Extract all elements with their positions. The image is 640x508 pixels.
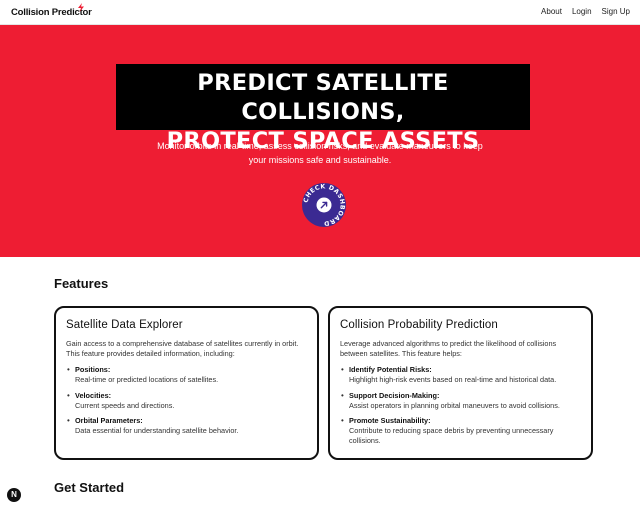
card-intro: Gain access to a comprehensive database … <box>66 339 299 358</box>
list-item: Velocities: Current speeds and direction… <box>66 391 307 411</box>
card-list: Identify Potential Risks: Highlight high… <box>340 365 581 446</box>
list-item-term: Support Decision-Making: <box>349 390 440 400</box>
list-item-term: Positions: <box>75 365 111 374</box>
get-started-heading: Get Started <box>54 480 125 495</box>
list-item-desc: Contribute to reducing space debris by p… <box>349 426 554 445</box>
list-item-desc: Highlight high-risk events based on real… <box>349 375 557 384</box>
nav-link-login[interactable]: Login <box>572 7 592 16</box>
nav-link-about[interactable]: About <box>541 7 562 16</box>
hero-title: PREDICT SATELLITE COLLISIONS, PROTECT SP… <box>116 64 530 154</box>
list-item: Positions: Real-time or predicted locati… <box>66 365 307 385</box>
list-item-term: Identify Potential Risks: <box>349 365 432 374</box>
feature-card-collision-probability: Collision Probability Prediction Leverag… <box>328 306 593 460</box>
dev-tools-badge[interactable]: N <box>7 488 21 502</box>
list-item: Identify Potential Risks: Highlight high… <box>340 365 581 385</box>
list-item-term: Velocities: <box>75 390 112 400</box>
card-title: Collision Probability Prediction <box>340 319 498 331</box>
nav-link-signup[interactable]: Sign Up <box>602 7 630 16</box>
hero-section: PREDICT SATELLITE COLLISIONS, PROTECT SP… <box>0 25 640 257</box>
card-intro: Leverage advanced algorithms to predict … <box>340 339 557 358</box>
top-nav: Collision Predictor About Login Sign Up <box>0 0 640 25</box>
list-item: Support Decision-Making: Assist operator… <box>340 391 581 411</box>
list-item: Promote Sustainability: Contribute to re… <box>340 416 581 446</box>
card-list: Positions: Real-time or predicted locati… <box>66 365 307 436</box>
list-item-desc: Real-time or predicted locations of sate… <box>75 375 219 384</box>
list-item-desc: Assist operators in planning orbital man… <box>349 400 560 410</box>
list-item-term: Promote Sustainability: <box>349 416 431 425</box>
feature-card-satellite-explorer: Satellite Data Explorer Gain access to a… <box>54 306 319 460</box>
nav-links: About Login Sign Up <box>541 7 630 16</box>
list-item-desc: Current speeds and directions. <box>75 400 175 410</box>
hero-title-line1: PREDICT SATELLITE COLLISIONS, <box>197 70 449 125</box>
check-dashboard-button[interactable]: CHECK DASHBOARD <box>302 183 346 227</box>
features-heading: Features <box>54 276 109 291</box>
list-item-desc: Data essential for understanding satelli… <box>75 426 239 435</box>
lightning-logo-icon <box>78 3 84 12</box>
hero-subtitle: Monitor orbits in real-time, assess coll… <box>157 141 483 165</box>
list-item-term: Orbital Parameters: <box>75 416 143 425</box>
check-dashboard-badge-graphic: CHECK DASHBOARD <box>303 183 346 226</box>
card-title: Satellite Data Explorer <box>66 319 183 331</box>
list-item: Orbital Parameters: Data essential for u… <box>66 416 307 436</box>
